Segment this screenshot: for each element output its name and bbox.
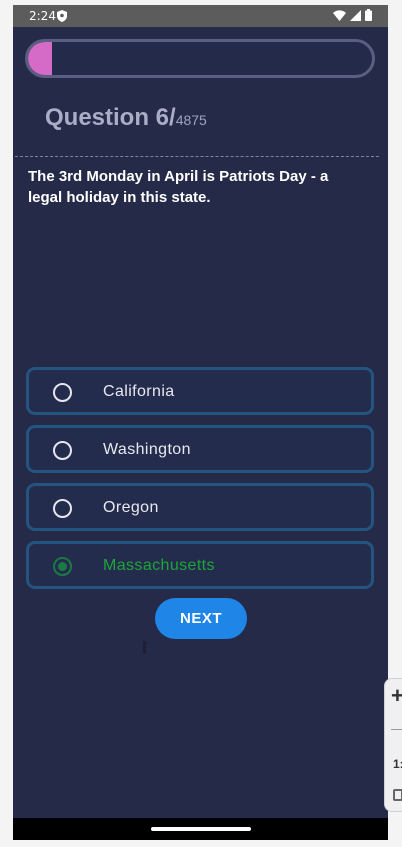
progress-fill [28,42,53,75]
app-screen: 2:24 Question 6/4875 The 3rd Monday in A… [13,5,388,840]
shield-icon [57,10,67,25]
radio-button[interactable] [53,499,72,518]
plus-icon[interactable]: + [391,683,402,709]
option-label: California [103,383,175,400]
divider [15,156,379,157]
window-icon[interactable] [393,789,402,801]
question-total: 4875 [175,112,207,128]
option-oregon[interactable]: Oregon [26,483,374,531]
option-massachusetts[interactable]: Massachusetts [26,541,374,589]
next-button[interactable]: NEXT [155,598,247,639]
navigation-bar [13,818,388,840]
radio-button-checked[interactable] [53,557,72,576]
question-counter: Question 6/4875 [45,104,207,132]
home-indicator[interactable] [151,827,251,831]
status-time: 2:24 [29,9,56,23]
option-label: Massachusetts [103,557,215,574]
divider [391,729,402,730]
text-cursor [143,641,146,654]
radio-button[interactable] [53,383,72,402]
radio-button[interactable] [53,441,72,460]
option-label: Oregon [103,499,159,516]
option-label: Washington [103,441,191,458]
signal-icon [350,9,361,24]
option-california[interactable]: California [26,367,374,415]
widget-number: 1: [393,757,402,771]
status-bar: 2:24 [13,5,388,27]
question-number: Question 6/ [45,104,176,131]
battery-icon [365,9,372,24]
status-icons [333,9,372,24]
option-washington[interactable]: Washington [26,425,374,473]
question-text: The 3rd Monday in April is Patriots Day … [28,168,329,206]
quiz-progress-bar [25,39,375,78]
floating-widget[interactable]: + 1: [384,678,402,812]
wifi-icon [333,9,346,24]
